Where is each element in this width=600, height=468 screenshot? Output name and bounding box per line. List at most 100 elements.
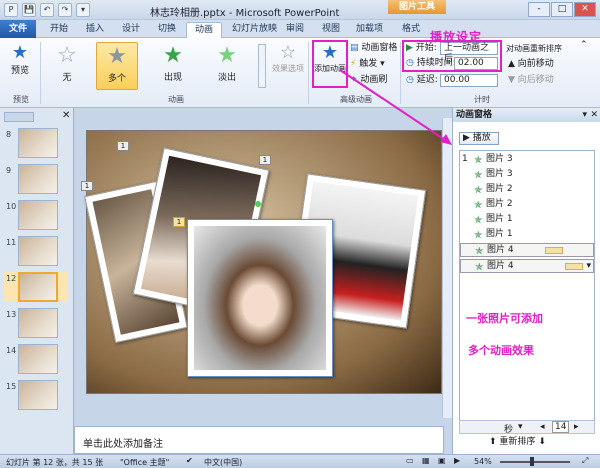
slide-thumb[interactable]: 8 (4, 128, 68, 158)
preview-button[interactable]: ★ 预览 (6, 42, 34, 76)
tab-format[interactable]: 格式 (394, 22, 428, 38)
thumb-image (18, 272, 58, 302)
zoom-thumb[interactable] (530, 457, 534, 466)
play-button[interactable]: ▶ 播放 (459, 132, 499, 145)
slide-thumb[interactable]: 11 (4, 236, 68, 266)
slide-thumbnail-pane: ✕ 8 9 10 11 12 13 14 15 (0, 108, 74, 454)
dropdown-icon[interactable]: ▾ (586, 260, 591, 273)
thumb-number: 13 (6, 310, 17, 319)
notes-pane[interactable]: 单击此处添加备注 (74, 426, 444, 454)
customize-qat-icon[interactable]: ▾ (76, 3, 90, 17)
tab-transitions[interactable]: 切换 (150, 22, 184, 38)
group-timing-label: 计时 (474, 95, 490, 104)
animation-painter-button[interactable]: ✦ 动画刷 (350, 74, 387, 87)
tab-addins[interactable]: 加载项 (348, 22, 391, 38)
down-arrow-icon[interactable]: ⬇ (538, 437, 546, 447)
animation-item[interactable]: ✯ 图片 4 ▾ (460, 259, 594, 273)
spellcheck-icon[interactable]: ✔ (186, 456, 193, 465)
animation-item[interactable]: ✯ 图片 2 (460, 183, 594, 197)
tab-slideshow[interactable]: 幻灯片放映 (224, 22, 285, 38)
rotate-handle[interactable] (255, 201, 261, 207)
redo-icon[interactable]: ↷ (58, 3, 72, 17)
animation-star-icon: ✯ (474, 155, 483, 166)
ribbon-collapse-icon[interactable]: ⌃ (580, 40, 588, 50)
dropdown-icon[interactable]: ▾ (582, 108, 587, 122)
add-animation-button[interactable]: ★ 添加动画 (312, 40, 348, 88)
slide-canvas[interactable]: 1 1 1 1 (81, 130, 442, 394)
minimize-button[interactable]: - (528, 2, 550, 17)
tab-home[interactable]: 开始 (42, 22, 76, 38)
ribbon: ★ 预览 预览 ☆ 无 ★ 多个 ★ 出现 ★ 淡出 ☆ 效果选项 动画 ★ 添… (0, 38, 600, 108)
thumb-number: 10 (6, 202, 17, 211)
slide-scrollbar[interactable] (442, 118, 452, 418)
animation-item[interactable]: 1 ✯ 图片 3 (460, 153, 594, 167)
photo-frame-selected[interactable] (187, 219, 333, 377)
close-button[interactable]: ✕ (574, 2, 596, 17)
slide-thumb[interactable]: 15 (4, 380, 68, 410)
slideshow-view-icon[interactable]: ▶ (454, 456, 460, 465)
slide-info: 幻灯片 第 12 张，共 15 张 (6, 458, 104, 467)
tab-insert[interactable]: 插入 (78, 22, 112, 38)
dropdown-icon[interactable]: ▾ (518, 422, 523, 432)
animation-item[interactable]: ✯ 图片 4 (460, 243, 594, 257)
sorter-view-icon[interactable]: ▦ (422, 456, 430, 465)
language: 中文(中国) (204, 458, 243, 467)
effect-multiple[interactable]: ★ 多个 (96, 42, 138, 90)
trigger-button[interactable]: ⚡ 触发 ▾ (350, 58, 385, 71)
close-icon[interactable]: ✕ (590, 108, 598, 122)
anim-tag: 1 (81, 181, 93, 191)
slide-thumb-selected[interactable]: 12 (4, 272, 68, 302)
move-earlier-button[interactable]: ▲ 向前移动 (508, 58, 554, 71)
slide-thumb[interactable]: 10 (4, 200, 68, 230)
duration-input[interactable]: 02.00 (454, 57, 498, 70)
item-label: 图片 1 (486, 229, 513, 239)
tab-design[interactable]: 设计 (114, 22, 148, 38)
animation-item[interactable]: ✯ 图片 1 (460, 228, 594, 242)
item-label: 图片 4 (487, 245, 514, 255)
effect-label: 无 (62, 73, 72, 83)
delay-input[interactable]: 00.00 (440, 74, 498, 87)
slide-thumb[interactable]: 9 (4, 164, 68, 194)
zoom-slider[interactable] (500, 461, 570, 463)
animation-item[interactable]: ✯ 图片 2 (460, 198, 594, 212)
item-label: 图片 1 (486, 214, 513, 224)
normal-view-icon[interactable]: ▭ (406, 456, 414, 465)
effect-none[interactable]: ☆ 无 (46, 42, 88, 90)
animation-item[interactable]: ✯ 图片 1 (460, 213, 594, 227)
animation-list: 1 ✯ 图片 3 ✯ 图片 3 ✯ 图片 2 ✯ 图片 2 ✯ 图片 1 ✯ 图片 1 ✯ 图片… (459, 150, 595, 426)
title-bar: P 💾 ↶ ↷ ▾ 林志玲相册.pptx - Microsoft PowerPo… (0, 0, 600, 20)
animation-star-icon: ✯ (474, 185, 483, 196)
item-label: 图片 3 (486, 169, 513, 179)
reading-view-icon[interactable]: ▣ (438, 456, 446, 465)
undo-icon[interactable]: ↶ (40, 3, 54, 17)
gallery-scroll[interactable] (258, 44, 266, 88)
fit-window-icon[interactable]: ⤢ (582, 456, 588, 466)
app-icon[interactable]: P (4, 3, 18, 17)
anim-tag: 1 (259, 155, 271, 165)
tab-view[interactable]: 视图 (314, 22, 348, 38)
next-icon[interactable]: ▸ (574, 422, 579, 432)
tab-animations[interactable]: 动画 (186, 22, 223, 38)
animation-item[interactable]: ✯ 图片 3 (460, 168, 594, 182)
play-label: 播放 (472, 133, 491, 143)
slide-thumb[interactable]: 13 (4, 308, 68, 338)
animation-pane-button[interactable]: ▤ 动画窗格 (350, 42, 397, 55)
tab-file[interactable]: 文件 (0, 20, 36, 38)
reorder-control[interactable]: ⬆ 重新排序 ⬇ (489, 434, 546, 447)
prev-icon[interactable]: ◂ (540, 422, 545, 432)
item-label: 图片 2 (486, 184, 513, 194)
up-arrow-icon[interactable]: ⬆ (489, 437, 497, 447)
maximize-button[interactable]: □ (551, 2, 573, 17)
thumbnail-tab[interactable] (4, 112, 34, 122)
thumb-number: 8 (6, 130, 12, 139)
close-pane-icon[interactable]: ✕ (62, 110, 70, 121)
move-later-button[interactable]: ▼ 向后移动 (508, 74, 554, 87)
fade-star-icon: ★ (217, 43, 237, 68)
effect-appear[interactable]: ★ 出现 (152, 42, 194, 90)
effect-fade[interactable]: ★ 淡出 (206, 42, 248, 90)
tab-review[interactable]: 审阅 (278, 22, 312, 38)
divider (40, 42, 41, 104)
slide-thumb[interactable]: 14 (4, 344, 68, 374)
save-icon[interactable]: 💾 (22, 3, 36, 17)
effect-options-button[interactable]: ☆ 效果选项 (270, 42, 306, 74)
